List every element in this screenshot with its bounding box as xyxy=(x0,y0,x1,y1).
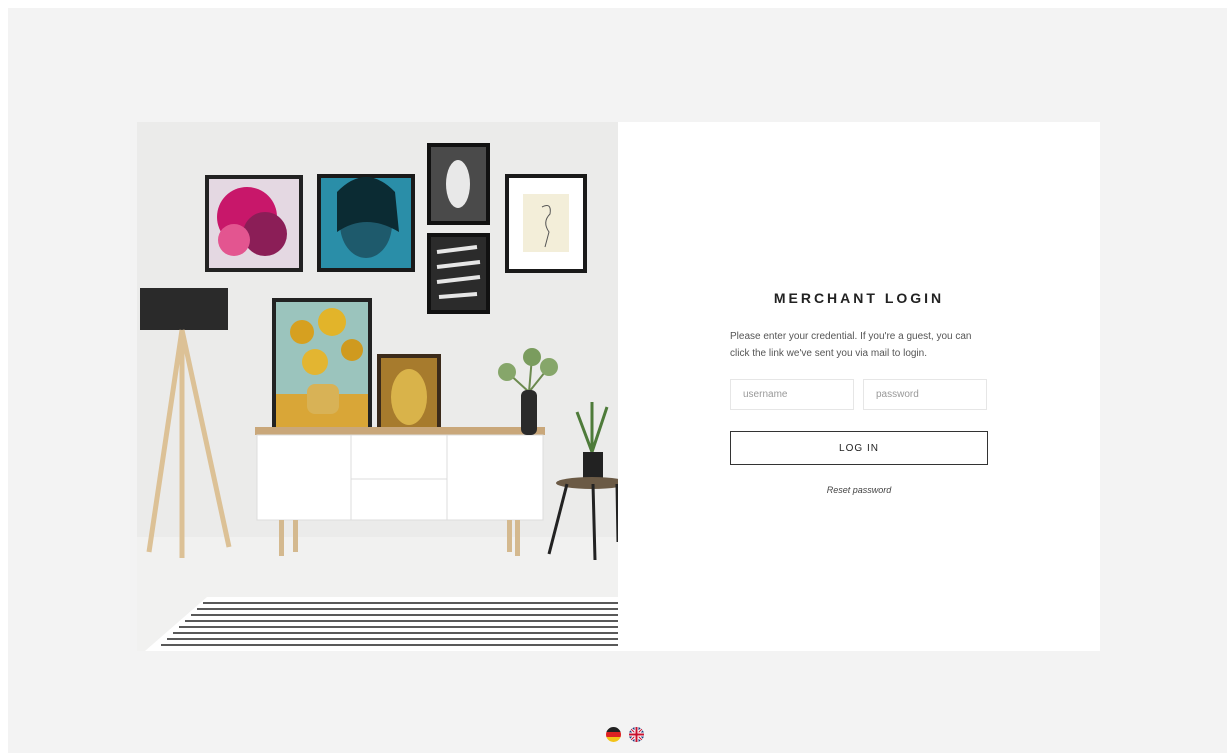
credential-fields xyxy=(730,379,988,410)
password-input[interactable] xyxy=(863,379,987,410)
artwork-flower-frame xyxy=(205,175,303,272)
artwork-portrait-frame xyxy=(317,174,415,272)
artwork-skull-frame xyxy=(427,143,490,225)
hero-image xyxy=(137,122,618,651)
striped-rug xyxy=(145,597,618,651)
artwork-zebra-frame xyxy=(427,233,490,314)
reset-password-link[interactable]: Reset password xyxy=(730,485,988,495)
login-description: Please enter your credential. If you're … xyxy=(730,331,972,359)
artwork-sunflower-frame xyxy=(272,298,372,436)
login-card: MERCHANT LOGIN Please enter your credent… xyxy=(137,122,1100,651)
german-flag-icon[interactable] xyxy=(606,727,621,742)
artwork-flamingo-frame xyxy=(505,174,587,273)
username-input[interactable] xyxy=(730,379,854,410)
gallery-wall-illustration xyxy=(137,122,618,651)
login-form: MERCHANT LOGIN Please enter your credent… xyxy=(730,290,988,495)
login-panel: MERCHANT LOGIN Please enter your credent… xyxy=(618,122,1100,651)
language-switcher xyxy=(606,727,644,742)
login-button[interactable]: LOG IN xyxy=(730,431,988,465)
page-title: MERCHANT LOGIN xyxy=(773,290,945,306)
artwork-kiss-frame xyxy=(377,354,441,436)
uk-flag-icon[interactable] xyxy=(629,727,644,742)
